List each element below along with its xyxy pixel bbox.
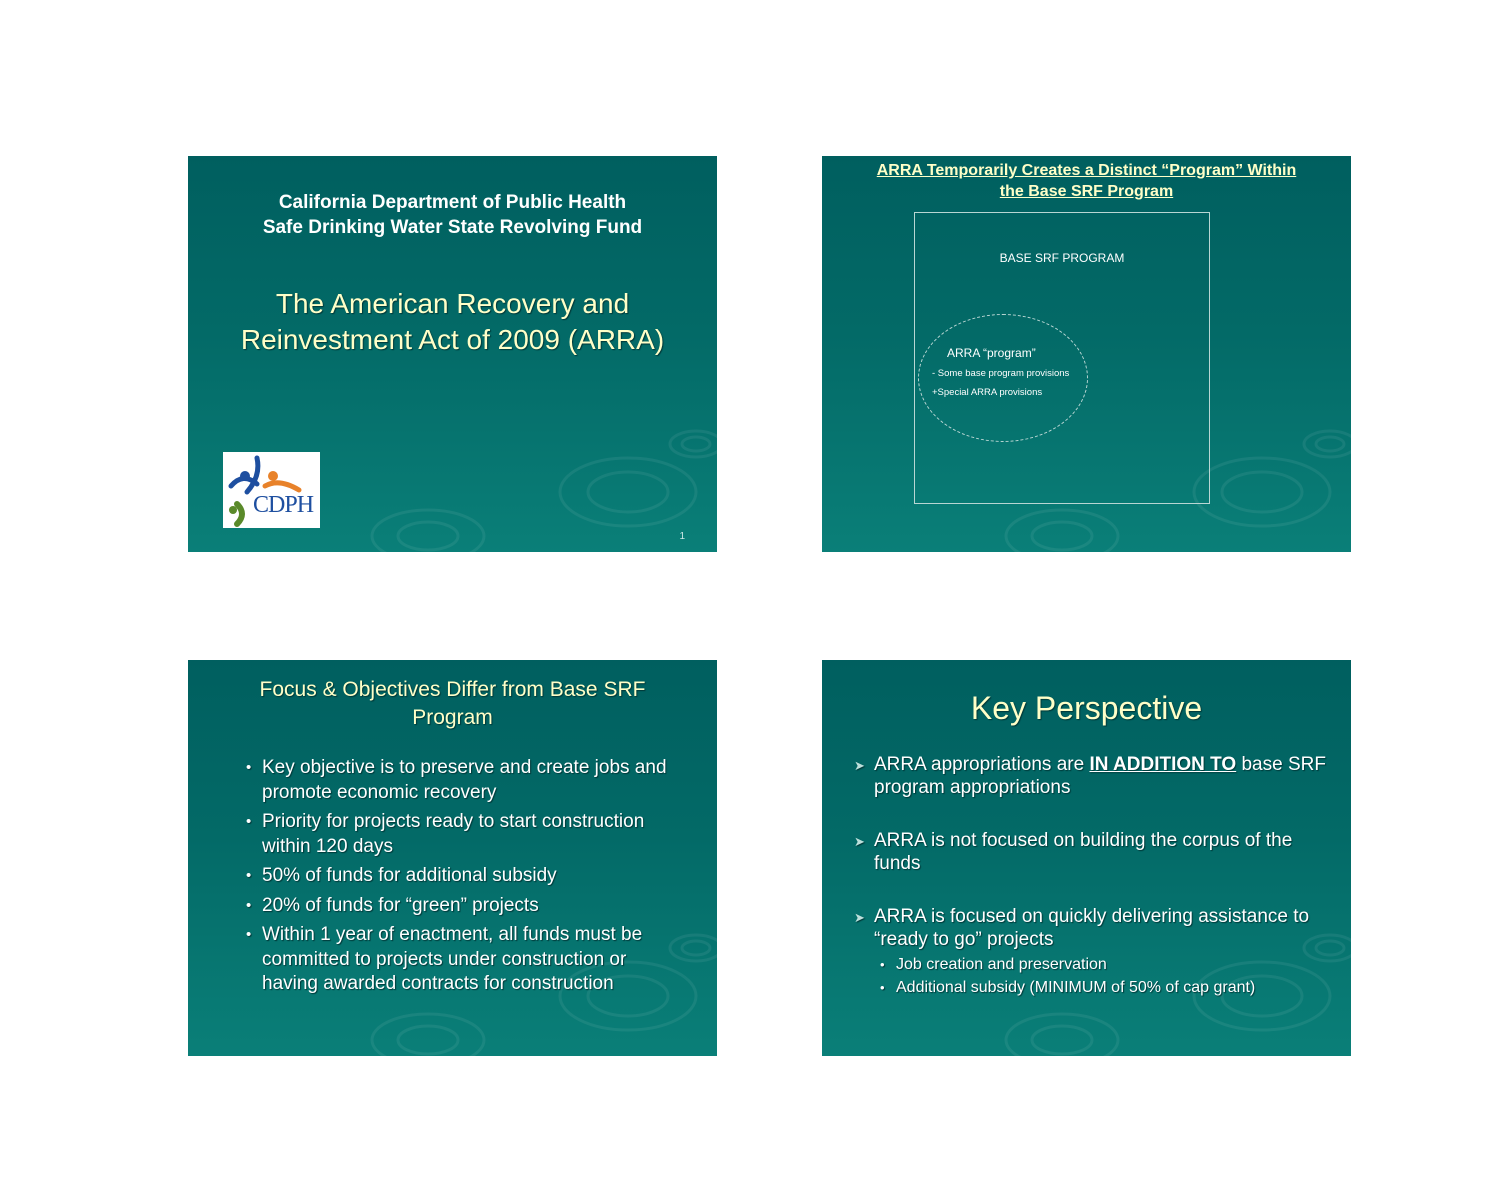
slide-3: Focus & Objectives Differ from Base SRF … [188, 660, 717, 1056]
title-line-2: the Base SRF Program [999, 183, 1174, 200]
list-item: 20% of funds for “green” projects [246, 894, 686, 919]
org-line-1: California Department of Public Health [278, 192, 627, 213]
title-line-1: Focus & Objectives Differ from Base SRF [259, 678, 646, 701]
slide-2: ARRA Temporarily Creates a Distinct “Pro… [822, 156, 1351, 552]
arrow-bullet-icon: ➤ [854, 834, 865, 849]
cdph-logo: CDPH [223, 452, 320, 528]
perspective-item-1: ➤ ARRA appropriations are IN ADDITION TO … [854, 753, 1344, 799]
logo-text: CDPH [253, 492, 314, 518]
arra-program-label: ARRA “program” [947, 346, 1036, 360]
slide-4-title: Key Perspective [970, 690, 1203, 726]
item-1-text-start: ARRA appropriations are [874, 754, 1090, 775]
sub-item: Job creation and preservation [878, 954, 1336, 976]
list-item: Within 1 year of enactment, all funds mu… [246, 923, 686, 997]
title-line-1: The American Recovery and [275, 288, 630, 319]
slide-4: Key Perspective ➤ ARRA appropriations are… [822, 660, 1351, 1056]
organization-heading: California Department of Public Health S… [188, 190, 717, 240]
title-line-2: Program [412, 706, 493, 729]
org-line-2: Safe Drinking Water State Revolving Fund [262, 217, 643, 238]
base-srf-label: BASE SRF PROGRAM [999, 251, 1125, 265]
title-line-1: ARRA Temporarily Creates a Distinct “Pro… [876, 162, 1297, 179]
item-3-text: ARRA is focused on quickly delivering as… [874, 906, 1310, 950]
ellipse-line-2: +Special ARRA provisions [932, 387, 1043, 398]
slide-3-title: Focus & Objectives Differ from Base SRF … [208, 676, 697, 732]
page-number: 1 [679, 531, 685, 542]
ellipse-line-1: - Some base program provisions [932, 368, 1070, 379]
slide-1-title: The American Recovery and Reinvestment A… [188, 286, 717, 358]
list-item: Priority for projects ready to start con… [246, 810, 686, 859]
objectives-list: Key objective is to preserve and create … [246, 756, 686, 1002]
sub-item: Additional subsidy (MINIMUM of 50% of ca… [878, 977, 1336, 999]
perspective-item-3: ➤ ARRA is focused on quickly delivering a… [854, 905, 1344, 951]
slide-2-title: ARRA Temporarily Creates a Distinct “Pro… [822, 160, 1351, 202]
arrow-bullet-icon: ➤ [854, 758, 865, 773]
slide-1: California Department of Public Health S… [188, 156, 717, 552]
list-item: Key objective is to preserve and create … [246, 756, 686, 805]
title-line-2: Reinvestment Act of 2009 (ARRA) [240, 324, 665, 355]
arrow-bullet-icon: ➤ [854, 910, 865, 925]
perspective-item-2: ➤ ARRA is not focused on building the cor… [854, 829, 1344, 875]
item-2-text: ARRA is not focused on building the corp… [874, 830, 1293, 874]
item-1-emphasis: IN ADDITION TO [1089, 754, 1237, 775]
list-item: 50% of funds for additional subsidy [246, 864, 686, 889]
